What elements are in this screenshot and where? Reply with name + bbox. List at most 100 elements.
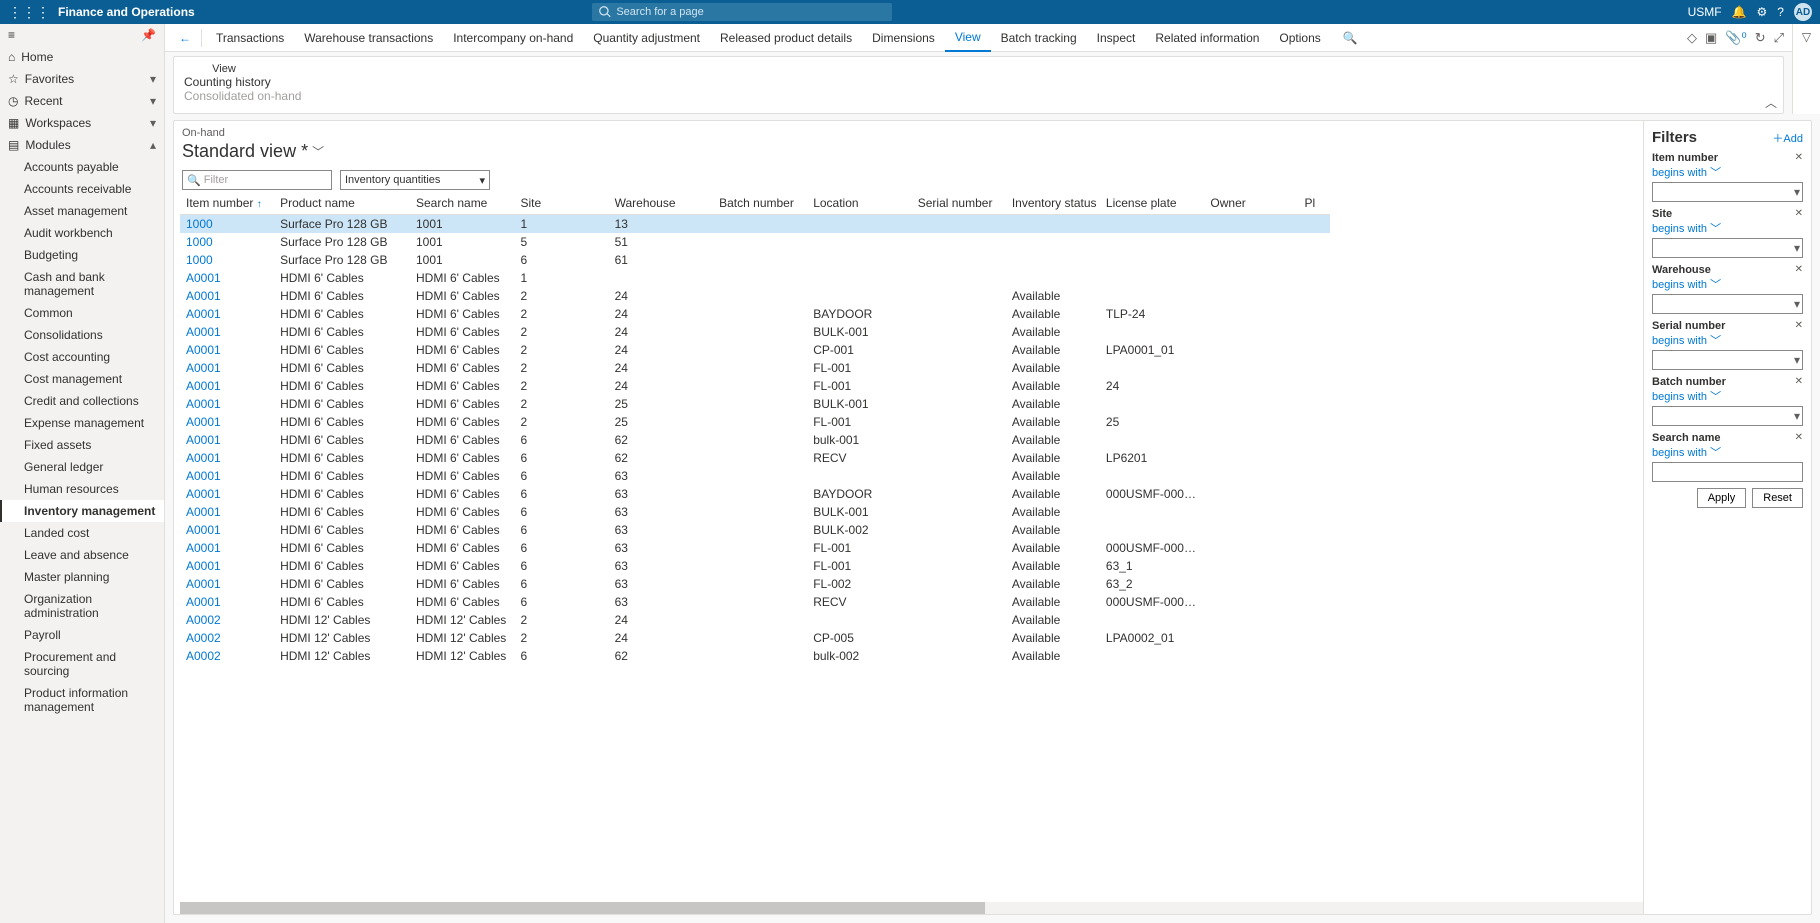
attach-icon[interactable]: ◇ [1687,30,1697,46]
module-budgeting[interactable]: Budgeting [0,244,164,266]
module-accounts-receivable[interactable]: Accounts receivable [0,178,164,200]
module-audit-workbench[interactable]: Audit workbench [0,222,164,244]
table-row[interactable]: A0001HDMI 6' CablesHDMI 6' Cables663BULK… [180,521,1330,539]
view-name[interactable]: Standard view * ﹀ [180,139,1643,168]
col-item-number[interactable]: Item number ↑ [180,192,274,215]
filter-operator[interactable]: begins with ﹀ [1652,388,1803,404]
item-number-cell[interactable]: A0002 [180,611,274,629]
table-row[interactable]: A0001HDMI 6' CablesHDMI 6' Cables224BAYD… [180,305,1330,323]
gear-icon[interactable]: ⚙ [1757,5,1768,19]
col-site[interactable]: Site [515,192,609,215]
item-number-cell[interactable]: A0001 [180,395,274,413]
tab-search-icon[interactable]: 🔍 [1343,31,1358,45]
item-number-cell[interactable]: A0001 [180,431,274,449]
module-leave-and-absence[interactable]: Leave and absence [0,544,164,566]
filter-operator[interactable]: begins with ﹀ [1652,444,1803,460]
module-asset-management[interactable]: Asset management [0,200,164,222]
item-number-cell[interactable]: A0001 [180,359,274,377]
item-number-cell[interactable]: A0001 [180,557,274,575]
global-search[interactable]: Search for a page [592,3,892,21]
col-inventory-status[interactable]: Inventory status [1006,192,1100,215]
popout-icon[interactable]: ⤢ [1774,30,1784,46]
item-number-cell[interactable]: A0001 [180,575,274,593]
filter-input[interactable]: ▾ [1652,294,1803,314]
table-row[interactable]: A0001HDMI 6' CablesHDMI 6' Cables663FL-0… [180,557,1330,575]
nav-favorites[interactable]: ☆Favorites▾ [0,68,164,90]
tab-warehouse-transactions[interactable]: Warehouse transactions [294,24,443,52]
subheader-link-counting-history[interactable]: Counting history [184,75,1773,89]
table-row[interactable]: A0001HDMI 6' CablesHDMI 6' Cables224BULK… [180,323,1330,341]
remove-filter-icon[interactable]: ✕ [1795,376,1803,387]
tab-inspect[interactable]: Inspect [1087,24,1146,52]
module-cost-accounting[interactable]: Cost accounting [0,346,164,368]
filter-input[interactable] [1652,462,1803,482]
table-row[interactable]: A0001HDMI 6' CablesHDMI 6' Cables1 [180,269,1330,287]
filter-operator[interactable]: begins with ﹀ [1652,332,1803,348]
quick-filter-input[interactable]: 🔍 Filter [182,170,332,190]
item-number-cell[interactable]: A0001 [180,449,274,467]
col-warehouse[interactable]: Warehouse [609,192,714,215]
remove-filter-icon[interactable]: ✕ [1795,208,1803,219]
item-number-cell[interactable]: A0002 [180,647,274,665]
apply-button[interactable]: Apply [1697,488,1747,508]
module-cost-management[interactable]: Cost management [0,368,164,390]
table-row[interactable]: A0001HDMI 6' CablesHDMI 6' Cables662RECV… [180,449,1330,467]
module-credit-and-collections[interactable]: Credit and collections [0,390,164,412]
help-icon[interactable]: ? [1777,5,1784,19]
bell-icon[interactable]: 🔔 [1732,5,1747,19]
item-number-cell[interactable]: A0001 [180,323,274,341]
tab-batch-tracking[interactable]: Batch tracking [991,24,1087,52]
item-number-cell[interactable]: A0001 [180,305,274,323]
table-row[interactable]: A0001HDMI 6' CablesHDMI 6' Cables663FL-0… [180,539,1330,557]
col-search-name[interactable]: Search name [410,192,515,215]
office-icon[interactable]: ▣ [1705,30,1717,46]
funnel-icon[interactable]: ▽ [1802,30,1811,44]
app-launcher-icon[interactable]: ⋮⋮⋮ [8,4,50,21]
table-row[interactable]: A0001HDMI 6' CablesHDMI 6' Cables225BULK… [180,395,1330,413]
module-common[interactable]: Common [0,302,164,324]
item-number-cell[interactable]: 1000 [180,215,274,234]
table-row[interactable]: A0001HDMI 6' CablesHDMI 6' Cables663FL-0… [180,575,1330,593]
remove-filter-icon[interactable]: ✕ [1795,264,1803,275]
nav-recent[interactable]: ◷Recent▾ [0,90,164,112]
item-number-cell[interactable]: A0002 [180,629,274,647]
table-row[interactable]: 1000Surface Pro 128 GB1001551 [180,233,1330,251]
table-row[interactable]: A0001HDMI 6' CablesHDMI 6' Cables663BAYD… [180,485,1330,503]
col-location[interactable]: Location [807,192,912,215]
grid-scroll[interactable]: Item number ↑Product nameSearch nameSite… [180,192,1643,902]
table-row[interactable]: 1000Surface Pro 128 GB1001113 [180,215,1330,234]
module-product-information-management[interactable]: Product information management [0,682,164,718]
table-row[interactable]: A0002HDMI 12' CablesHDMI 12' Cables662bu… [180,647,1330,665]
filter-operator[interactable]: begins with ﹀ [1652,276,1803,292]
module-payroll[interactable]: Payroll [0,624,164,646]
remove-filter-icon[interactable]: ✕ [1795,152,1803,163]
col-serial-number[interactable]: Serial number [912,192,1006,215]
reset-button[interactable]: Reset [1752,488,1803,508]
module-landed-cost[interactable]: Landed cost [0,522,164,544]
col-batch-number[interactable]: Batch number [713,192,807,215]
item-number-cell[interactable]: 1000 [180,233,274,251]
tab-dimensions[interactable]: Dimensions [862,24,945,52]
module-procurement-and-sourcing[interactable]: Procurement and sourcing [0,646,164,682]
item-number-cell[interactable]: A0001 [180,269,274,287]
table-row[interactable]: A0002HDMI 12' CablesHDMI 12' Cables224Av… [180,611,1330,629]
tab-released-product-details[interactable]: Released product details [710,24,862,52]
module-fixed-assets[interactable]: Fixed assets [0,434,164,456]
hamburger-icon[interactable]: ≡ [8,28,15,42]
table-row[interactable]: A0001HDMI 6' CablesHDMI 6' Cables224Avai… [180,287,1330,305]
item-number-cell[interactable]: A0001 [180,593,274,611]
pin-page-icon[interactable]: 📎⁰ [1725,30,1746,46]
quantities-select[interactable]: Inventory quantities ▾ [340,170,490,190]
remove-filter-icon[interactable]: ✕ [1795,320,1803,331]
item-number-cell[interactable]: A0001 [180,539,274,557]
item-number-cell[interactable]: 1000 [180,251,274,269]
table-row[interactable]: A0001HDMI 6' CablesHDMI 6' Cables663RECV… [180,593,1330,611]
tab-intercompany-on-hand[interactable]: Intercompany on-hand [443,24,583,52]
tab-transactions[interactable]: Transactions [206,24,294,52]
filter-input[interactable]: ▾ [1652,182,1803,202]
module-general-ledger[interactable]: General ledger [0,456,164,478]
col-product-name[interactable]: Product name [274,192,410,215]
module-organization-administration[interactable]: Organization administration [0,588,164,624]
tab-view[interactable]: View [945,24,991,52]
table-row[interactable]: A0001HDMI 6' CablesHDMI 6' Cables224FL-0… [180,377,1330,395]
